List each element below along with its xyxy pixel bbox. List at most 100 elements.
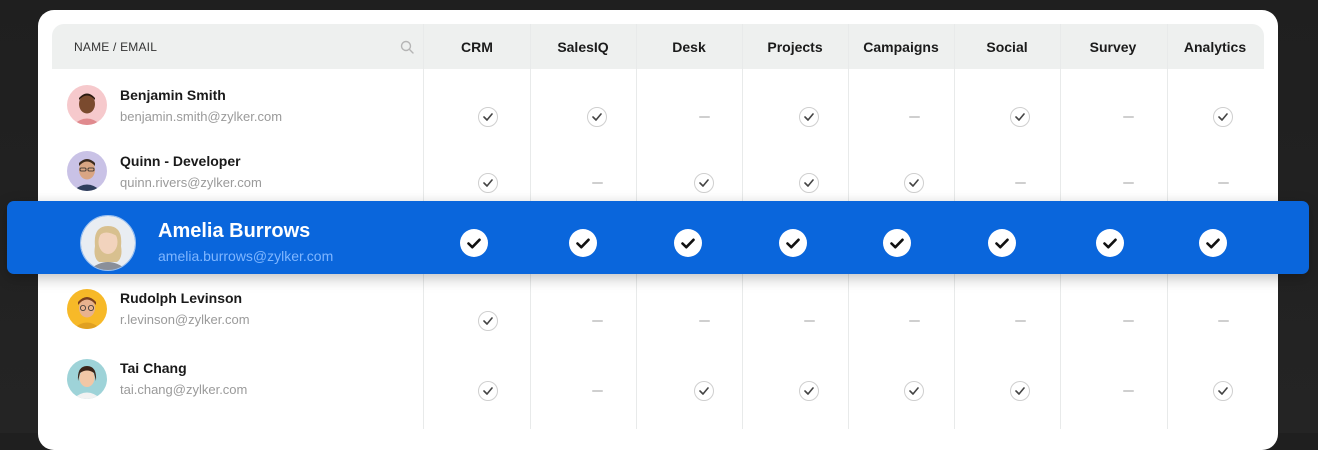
- check-icon[interactable]: [779, 229, 807, 257]
- user-email: tai.chang@zylker.com: [120, 382, 248, 397]
- check-icon: [1213, 381, 1233, 401]
- check-icon: [799, 173, 819, 193]
- check-icon[interactable]: [988, 229, 1016, 257]
- check-icon: [478, 173, 498, 193]
- highlighted-user-row[interactable]: Amelia Burrows amelia.burrows@zylker.com: [7, 201, 1309, 274]
- access-denied-salesiq[interactable]: [585, 309, 609, 333]
- column-projects: Projects: [767, 38, 823, 55]
- access-granted-desk[interactable]: [692, 379, 716, 403]
- user-name: Rudolph Levinson: [120, 290, 243, 306]
- dash-icon: [1217, 182, 1229, 184]
- access-denied-campaigns[interactable]: [902, 309, 926, 333]
- avatar: [67, 85, 107, 125]
- search-icon[interactable]: [400, 40, 414, 54]
- access-granted-projects[interactable]: [797, 171, 821, 195]
- dash-icon: [591, 390, 603, 392]
- access-denied-campaigns[interactable]: [902, 105, 926, 129]
- access-granted-analytics[interactable]: [1211, 105, 1235, 129]
- access-granted-crm[interactable]: [476, 379, 500, 403]
- check-icon: [1213, 107, 1233, 127]
- access-denied-salesiq[interactable]: [585, 171, 609, 195]
- access-granted-campaigns[interactable]: [902, 379, 926, 403]
- access-granted-crm[interactable]: [476, 105, 500, 129]
- column-desk: Desk: [672, 38, 706, 55]
- dash-icon: [698, 320, 710, 322]
- check-icon: [799, 381, 819, 401]
- table-row[interactable]: Rudolph Levinson r.levinson@zylker.com: [52, 278, 1264, 344]
- access-granted-crm[interactable]: [476, 171, 500, 195]
- name-email-header: NAME / EMAIL: [74, 39, 158, 54]
- dash-icon: [1217, 320, 1229, 322]
- check-icon: [1010, 381, 1030, 401]
- access-denied-desk[interactable]: [692, 105, 716, 129]
- access-granted-campaigns[interactable]: [902, 171, 926, 195]
- table-row[interactable]: Benjamin Smith benjamin.smith@zylker.com: [52, 73, 1264, 139]
- highlighted-user-email: amelia.burrows@zylker.com: [158, 248, 334, 264]
- access-granted-social[interactable]: [1008, 379, 1032, 403]
- table-row[interactable]: Tai Chang tai.chang@zylker.com: [52, 348, 1264, 414]
- column-campaigns: Campaigns: [863, 38, 939, 55]
- check-icon: [904, 173, 924, 193]
- check-icon[interactable]: [460, 229, 488, 257]
- access-denied-analytics[interactable]: [1211, 309, 1235, 333]
- avatar: [67, 289, 107, 329]
- user-name: Tai Chang: [120, 360, 187, 376]
- highlighted-user-name: Amelia Burrows: [158, 220, 311, 242]
- access-denied-survey[interactable]: [1116, 171, 1140, 195]
- access-denied-social[interactable]: [1008, 309, 1032, 333]
- avatar: [67, 151, 107, 191]
- check-icon: [478, 107, 498, 127]
- dash-icon: [1122, 390, 1134, 392]
- table-row[interactable]: Quinn - Developer quinn.rivers@zylker.co…: [52, 139, 1264, 205]
- access-granted-projects[interactable]: [797, 105, 821, 129]
- check-icon: [904, 381, 924, 401]
- access-granted-analytics[interactable]: [1211, 379, 1235, 403]
- avatar: [67, 359, 107, 399]
- access-denied-survey[interactable]: [1116, 105, 1140, 129]
- access-granted-desk[interactable]: [692, 171, 716, 195]
- user-email: r.levinson@zylker.com: [120, 312, 250, 327]
- access-granted-projects[interactable]: [797, 379, 821, 403]
- user-name: Quinn - Developer: [120, 153, 241, 169]
- check-icon: [694, 381, 714, 401]
- check-icon[interactable]: [674, 229, 702, 257]
- user-email: quinn.rivers@zylker.com: [120, 175, 262, 190]
- table-header: NAME / EMAIL CRM SalesIQ Desk Projects C…: [52, 24, 1264, 69]
- access-denied-projects[interactable]: [797, 309, 821, 333]
- check-icon: [799, 107, 819, 127]
- access-denied-survey[interactable]: [1116, 309, 1140, 333]
- avatar: [80, 215, 136, 271]
- check-icon: [587, 107, 607, 127]
- check-icon: [478, 311, 498, 331]
- check-icon[interactable]: [569, 229, 597, 257]
- access-denied-social[interactable]: [1008, 171, 1032, 195]
- access-granted-social[interactable]: [1008, 105, 1032, 129]
- check-icon[interactable]: [1199, 229, 1227, 257]
- access-denied-analytics[interactable]: [1211, 171, 1235, 195]
- access-denied-desk[interactable]: [692, 309, 716, 333]
- dash-icon: [1122, 320, 1134, 322]
- check-icon: [694, 173, 714, 193]
- check-icon[interactable]: [883, 229, 911, 257]
- user-name: Benjamin Smith: [120, 87, 226, 103]
- dash-icon: [1122, 182, 1134, 184]
- access-denied-salesiq[interactable]: [585, 379, 609, 403]
- dash-icon: [591, 182, 603, 184]
- dash-icon: [803, 320, 815, 322]
- check-icon: [1010, 107, 1030, 127]
- access-granted-crm[interactable]: [476, 309, 500, 333]
- dash-icon: [591, 320, 603, 322]
- dash-icon: [908, 116, 920, 118]
- column-salesiq: SalesIQ: [557, 38, 609, 55]
- user-email: benjamin.smith@zylker.com: [120, 109, 283, 124]
- column-crm: CRM: [461, 38, 493, 55]
- dash-icon: [1014, 320, 1026, 322]
- access-denied-survey[interactable]: [1116, 379, 1140, 403]
- access-granted-salesiq[interactable]: [585, 105, 609, 129]
- check-icon[interactable]: [1096, 229, 1124, 257]
- check-icon: [478, 381, 498, 401]
- dash-icon: [908, 320, 920, 322]
- dash-icon: [698, 116, 710, 118]
- dash-icon: [1014, 182, 1026, 184]
- dash-icon: [1122, 116, 1134, 118]
